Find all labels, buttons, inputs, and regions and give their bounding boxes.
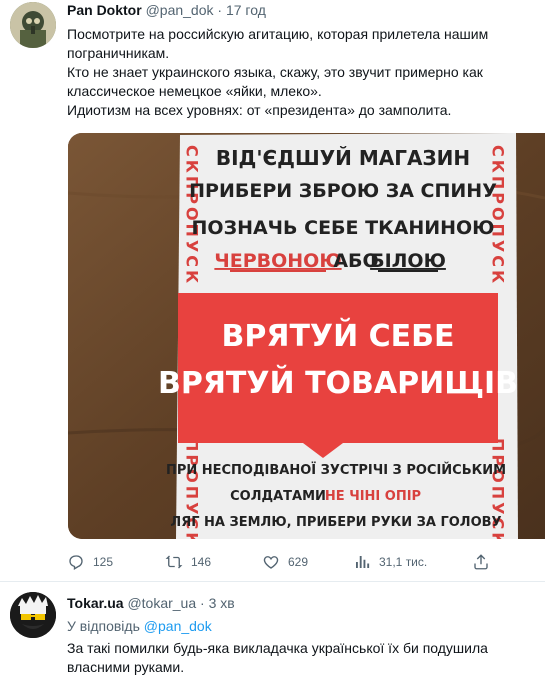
leaflet-banner-line-1: ВРЯТУЙ СЕБЕ bbox=[222, 318, 455, 354]
views-count: 31,1 тис. bbox=[379, 555, 428, 569]
retweet-icon bbox=[165, 555, 183, 569]
leaflet-line-4-red: ЧЕРВОНОЮ bbox=[214, 250, 341, 272]
display-name[interactable]: Tokar.ua bbox=[67, 595, 124, 611]
leaflet-banner-line-2: ВРЯТУЙ ТОВАРИЩІВ bbox=[158, 365, 518, 401]
leaflet-line-6b: НЕ ЧІНІ ОПІР bbox=[325, 489, 421, 504]
tweet-text: Посмотрите на российскую агитацию, котор… bbox=[67, 25, 537, 120]
tweet-text-line: Посмотрите на российскую агитацию, котор… bbox=[67, 26, 489, 61]
retweet-button[interactable]: 146 bbox=[165, 550, 211, 574]
leaflet-line-3: ПОЗНАЧЬ СЕБЕ ТКАНИНОЮ bbox=[192, 217, 495, 239]
share-button[interactable] bbox=[472, 550, 498, 574]
separator: · bbox=[217, 2, 223, 18]
tweet-text: За такі помилки будь-яка викладачка укра… bbox=[67, 640, 488, 675]
leaflet-side-text-left: СКПРОПУСК bbox=[183, 145, 202, 286]
timestamp[interactable]: 17 год bbox=[226, 2, 266, 18]
retweet-count: 146 bbox=[191, 555, 212, 569]
leaflet-photo: СКПРОПУСК СКПРОПУСК ПРОПУСК ПРОПУСК ВІД'… bbox=[68, 133, 545, 539]
leaflet-line-5: ПРИ НЕСПОДІВАНОЇ ЗУСТРІЧІ З РОСІЙСЬКИМ bbox=[166, 462, 506, 478]
tweet-pan-doktor[interactable]: Pan Doktor @pan_dok · 17 год Посмотрите … bbox=[0, 0, 545, 582]
heart-icon bbox=[263, 556, 279, 569]
leaflet-line-1: ВІД'ЄДШУЙ МАГАЗИН bbox=[216, 146, 470, 170]
like-count: 629 bbox=[288, 555, 309, 569]
reply-count: 125 bbox=[93, 555, 114, 569]
tweet-actions: 125 146 629 31,1 тис. bbox=[67, 550, 537, 574]
reply-mention-link[interactable]: @pan_dok bbox=[144, 618, 212, 634]
avatar[interactable] bbox=[10, 592, 56, 638]
views-button[interactable]: 31,1 тис. bbox=[353, 550, 427, 574]
separator: · bbox=[200, 595, 205, 611]
tweet-header: Pan Doktor @pan_dok · 17 год bbox=[67, 2, 266, 18]
share-icon bbox=[474, 554, 488, 570]
tweet-text-line: Идиотизм на всех уровнях: от «президента… bbox=[67, 102, 452, 118]
like-button[interactable]: 629 bbox=[262, 550, 308, 574]
handle[interactable]: @pan_dok bbox=[146, 2, 214, 18]
reply-context: У відповідь @pan_dok bbox=[67, 618, 212, 634]
leaflet-line-4-white: БІЛОЮ bbox=[370, 250, 446, 272]
views-icon bbox=[356, 556, 370, 568]
tweet-header: Tokar.ua @tokar_ua · 3 хв bbox=[67, 595, 235, 611]
leaflet-line-2: ПРИБЕРИ ЗБРОЮ ЗА СПИНУ bbox=[189, 180, 497, 202]
tweet-media-photo[interactable]: СКПРОПУСК СКПРОПУСК ПРОПУСК ПРОПУСК ВІД'… bbox=[68, 133, 545, 539]
handle[interactable]: @tokar_ua bbox=[127, 595, 196, 611]
display-name[interactable]: Pan Doktor bbox=[67, 2, 142, 18]
reply-icon bbox=[69, 555, 83, 570]
leaflet-side-text-right: СКПРОПУСК bbox=[489, 145, 508, 286]
tweet-text-line: Кто не знает украинского языка, скажу, э… bbox=[67, 64, 483, 99]
reply-prefix: У відповідь bbox=[67, 618, 140, 634]
avatar-image bbox=[10, 2, 56, 48]
avatar-image bbox=[10, 592, 56, 638]
leaflet-line-7: ЛЯГ НА ЗЕМЛЮ, ПРИБЕРИ РУКИ ЗА ГОЛОВУ bbox=[170, 515, 501, 530]
timestamp[interactable]: 3 хв bbox=[209, 595, 235, 611]
reply-button[interactable]: 125 bbox=[67, 550, 113, 574]
avatar[interactable] bbox=[10, 2, 56, 48]
leaflet-line-6a: СОЛДАТАМИ bbox=[230, 489, 326, 504]
